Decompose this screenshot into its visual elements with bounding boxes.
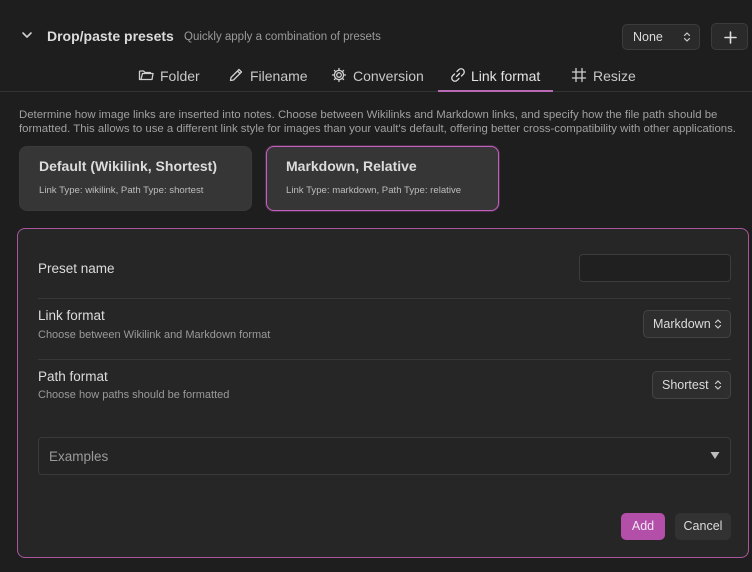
tab-resize-label: Resize <box>593 68 636 84</box>
preset-card-default[interactable]: Default (Wikilink, Shortest) Link Type: … <box>19 146 252 211</box>
path-format-desc: Choose how paths should be formatted <box>38 389 230 401</box>
preset-select-value: None <box>633 30 663 44</box>
examples-label: Examples <box>49 449 109 464</box>
gear-icon <box>331 67 347 83</box>
tab-folder[interactable]: Folder <box>138 60 202 92</box>
caret-down-icon <box>710 452 720 459</box>
preset-card-title: Default (Wikilink, Shortest) <box>39 158 218 174</box>
presets-header: Drop/paste presets Quickly apply a combi… <box>0 0 752 56</box>
preset-card-title: Markdown, Relative <box>286 158 417 174</box>
link-format-desc: Choose between Wikilink and Markdown for… <box>38 329 271 341</box>
tab-conversion[interactable]: Conversion <box>331 60 427 92</box>
add-preset-button[interactable] <box>711 23 748 50</box>
link-icon <box>451 68 465 82</box>
section-title: Drop/paste presets <box>47 28 174 44</box>
updown-chevron-icon <box>683 32 691 42</box>
path-format-value: Shortest <box>662 378 709 392</box>
updown-chevron-icon <box>714 380 722 390</box>
divider <box>38 359 731 360</box>
tab-link-format-label: Link format <box>471 68 541 84</box>
chevron-down-icon[interactable] <box>20 28 34 42</box>
plus-icon <box>724 31 737 44</box>
path-format-label: Path format <box>38 369 108 384</box>
add-button[interactable]: Add <box>621 513 665 540</box>
preset-editor-panel: Preset name Link format Choose between W… <box>17 228 749 558</box>
preset-name-label: Preset name <box>38 261 115 276</box>
tab-filename[interactable]: Filename <box>228 60 308 92</box>
link-format-description: Determine how image links are inserted i… <box>19 109 736 135</box>
preset-card-markdown-relative[interactable]: Markdown, Relative Link Type: markdown, … <box>266 146 499 211</box>
tab-link-format[interactable]: Link format <box>438 60 553 92</box>
path-format-select[interactable]: Shortest <box>652 371 731 399</box>
folder-icon <box>138 70 154 81</box>
preset-card-subtitle: Link Type: markdown, Path Type: relative <box>286 185 462 196</box>
pencil-icon <box>229 68 243 82</box>
divider <box>38 298 731 299</box>
cancel-button[interactable]: Cancel <box>675 513 731 540</box>
examples-collapsible[interactable]: Examples <box>38 437 731 475</box>
section-description: Quickly apply a combination of presets <box>184 31 381 43</box>
tab-filename-label: Filename <box>250 68 308 84</box>
link-format-select[interactable]: Markdown <box>643 310 731 338</box>
updown-chevron-icon <box>714 319 722 329</box>
tab-bar: Folder Filename Conversion Link format R… <box>0 60 752 92</box>
tab-conversion-label: Conversion <box>353 68 424 84</box>
tab-resize[interactable]: Resize <box>571 60 636 92</box>
hash-icon <box>571 67 587 83</box>
link-format-label: Link format <box>38 308 105 323</box>
preset-name-input[interactable] <box>579 254 731 282</box>
preset-combination-select[interactable]: None <box>622 24 700 50</box>
preset-card-subtitle: Link Type: wikilink, Path Type: shortest <box>39 185 204 196</box>
link-format-value: Markdown <box>653 317 711 331</box>
tab-folder-label: Folder <box>160 68 200 84</box>
